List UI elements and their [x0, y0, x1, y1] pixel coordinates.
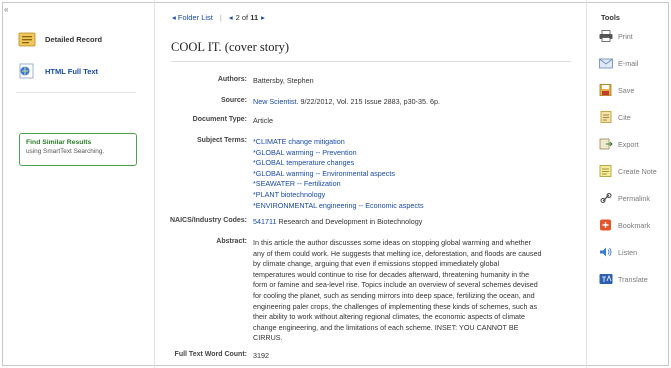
abstract-text: In this article the author discusses som…: [253, 238, 542, 343]
tool-label: Export: [618, 139, 639, 149]
nav-separator: |: [219, 13, 222, 22]
record-total: 11: [250, 13, 259, 22]
sidebar-divider: [16, 92, 136, 93]
export-icon: [599, 138, 613, 150]
tool-label: Save: [618, 85, 635, 95]
tool-label: Translate: [618, 274, 648, 284]
collapse-sidebar-icon[interactable]: «: [4, 5, 8, 14]
tool-bookmark[interactable]: Bookmark: [599, 218, 650, 232]
subject-terms-list: *CLIMATE change mitigation *GLOBAL warmi…: [253, 137, 424, 211]
folder-list-link[interactable]: ◂ Folder List: [172, 13, 213, 22]
tool-save[interactable]: Save: [599, 83, 634, 97]
find-similar-subtitle: using SmartText Searching.: [26, 148, 105, 155]
subject-term-link[interactable]: *PLANT biotechnology: [253, 190, 424, 201]
subject-term-link[interactable]: *GLOBAL warming -- Prevention: [253, 148, 424, 159]
tool-export[interactable]: Export: [599, 137, 639, 151]
doctype-row: Document Type: Article: [160, 116, 580, 127]
tool-listen[interactable]: Listen: [599, 245, 637, 259]
printer-icon: [599, 30, 613, 42]
email-icon: [599, 58, 613, 69]
right-divider: [586, 0, 587, 368]
subject-term-link[interactable]: *GLOBAL temperature changes: [253, 158, 424, 169]
tool-permalink[interactable]: Permalink: [599, 191, 650, 205]
tool-label: Permalink: [618, 193, 650, 203]
page-title: COOL IT. (cover story): [171, 40, 290, 54]
tool-create-note[interactable]: Create Note: [599, 164, 657, 178]
tool-label: Cite: [618, 112, 631, 122]
detailed-record-label: Detailed Record: [45, 34, 103, 44]
bookmark-icon: [600, 219, 611, 231]
source-link[interactable]: New Scientist: [253, 97, 297, 106]
result-navigation: ◂ Folder List | ◂ 2 of 11 ▸: [172, 13, 265, 22]
tool-email[interactable]: E-mail: [599, 56, 638, 70]
doctype-value: Article: [253, 116, 273, 125]
record-current: 2: [235, 13, 240, 22]
authors-row: Authors: Battersby, Stephen: [160, 76, 580, 87]
word-count-row: Full Text Word Count: 3192: [160, 351, 580, 362]
find-similar-title[interactable]: Find Similar Results: [26, 139, 130, 146]
permalink-icon: [600, 193, 612, 203]
tool-label: E-mail: [618, 58, 639, 68]
tool-label: Listen: [618, 247, 638, 257]
abstract-label: Abstract:: [216, 238, 247, 245]
naics-label: NAICS/Industry Codes:: [169, 217, 247, 224]
html-full-text-link[interactable]: HTML Full Text: [18, 62, 140, 80]
doctype-label: Document Type:: [192, 116, 247, 123]
tool-label: Bookmark: [618, 220, 651, 230]
detailed-record-icon: [18, 32, 36, 47]
naics-value: 541711 Research and Development in Biote…: [253, 217, 422, 228]
listen-icon: [600, 247, 612, 257]
next-record-icon[interactable]: ▸: [261, 13, 265, 22]
left-divider: [154, 0, 155, 368]
translate-icon: [599, 274, 613, 284]
subject-term-link[interactable]: *GLOBAL warming -- Environmental aspects: [253, 169, 424, 180]
subject-term-link[interactable]: *SEAWATER -- Fertilization: [253, 179, 424, 190]
tool-translate[interactable]: Translate: [599, 272, 648, 286]
subject-terms-row: Subject Terms: *CLIMATE change mitigatio…: [160, 137, 580, 211]
tool-label: Create Note: [618, 166, 657, 176]
tool-print[interactable]: Print: [599, 29, 633, 43]
previous-record-icon[interactable]: ◂: [229, 13, 233, 22]
authors-label: Authors:: [217, 76, 247, 83]
html-document-icon: [19, 63, 34, 79]
tool-cite[interactable]: Cite: [599, 110, 631, 124]
word-count-label: Full Text Word Count:: [174, 351, 247, 358]
save-icon: [599, 84, 612, 96]
subject-terms-label: Subject Terms:: [196, 137, 247, 144]
naics-row: NAICS/Industry Codes: 541711 Research an…: [160, 217, 580, 228]
html-full-text-label: HTML Full Text: [45, 66, 99, 76]
title-divider: [171, 61, 571, 62]
source-row: Source: New Scientist. 9/22/2012, Vol. 2…: [160, 97, 580, 108]
naics-description: Research and Development in Biotechnolog…: [278, 217, 423, 226]
naics-code-link[interactable]: 541711: [253, 217, 276, 226]
source-value: New Scientist. 9/22/2012, Vol. 215 Issue…: [253, 97, 440, 108]
author-link[interactable]: Battersby, Stephen: [253, 76, 314, 87]
record-of: of: [241, 13, 249, 22]
record-counter: 2 of 11: [236, 13, 259, 22]
subject-term-link[interactable]: *ENVIRONMENTAL engineering -- Economic a…: [253, 201, 424, 212]
tools-heading: Tools: [601, 13, 620, 22]
find-similar-box[interactable]: Find Similar Results using SmartText Sea…: [19, 133, 137, 166]
abstract-row: Abstract: In this article the author dis…: [160, 238, 580, 344]
subject-term-link[interactable]: *CLIMATE change mitigation: [253, 137, 424, 148]
word-count-value: 3192: [253, 351, 269, 360]
source-detail: . 9/22/2012, Vol. 215 Issue 2883, p30-35…: [296, 97, 441, 106]
left-sidebar: Detailed Record HTML Full Text: [16, 30, 140, 93]
source-label: Source:: [220, 97, 247, 104]
note-icon: [599, 165, 612, 177]
tool-label: Print: [618, 31, 633, 41]
detailed-record-link[interactable]: Detailed Record: [18, 30, 140, 48]
cite-icon: [600, 111, 612, 123]
